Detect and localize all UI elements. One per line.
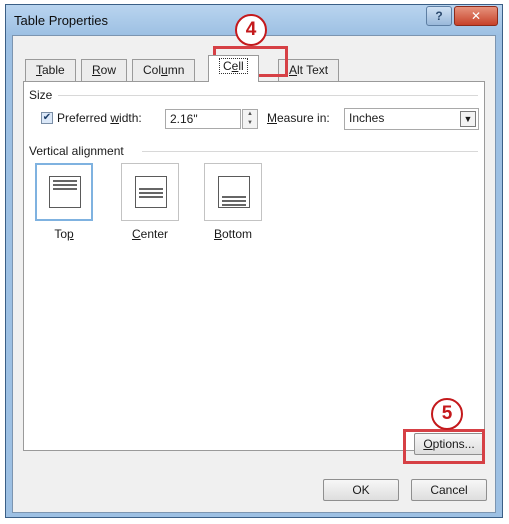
- step-4-badge: 4: [235, 14, 267, 46]
- size-divider: [58, 95, 478, 96]
- align-center-label: Center: [121, 227, 179, 241]
- align-top-label-pre: To: [54, 227, 67, 241]
- preferred-width-spinner[interactable]: ▲ ▼: [242, 109, 258, 129]
- measure-in-label: Measure in:: [267, 111, 330, 125]
- preferred-width-label-pre: Preferred: [57, 111, 111, 125]
- options-button-highlight: [403, 429, 485, 464]
- spin-down-icon[interactable]: ▼: [243, 119, 257, 128]
- measure-in-select[interactable]: Inches ▼: [344, 108, 479, 130]
- vertical-alignment-divider: [142, 151, 478, 152]
- dialog-title: Table Properties: [14, 13, 108, 28]
- preferred-width-label-post: idth:: [119, 111, 142, 125]
- tab-cell[interactable]: Cell: [208, 55, 259, 82]
- vertical-alignment-label: Vertical alignment: [29, 144, 124, 158]
- tab-cell-label-pre: C: [223, 59, 232, 73]
- tab-table[interactable]: Table: [25, 59, 76, 81]
- align-center-accel: C: [131, 227, 141, 241]
- tab-row-label: ow: [100, 63, 117, 77]
- preferred-width-checkbox[interactable]: ✔: [41, 112, 53, 124]
- tab-column-accel: u: [161, 63, 168, 77]
- tab-cell-label: ll: [238, 59, 244, 73]
- tab-column[interactable]: Column: [132, 59, 196, 81]
- tab-cell-focus: Cell: [219, 58, 248, 74]
- tab-column-label-pre: Col: [143, 63, 162, 77]
- preferred-width-input[interactable]: 2.16": [165, 109, 241, 129]
- align-top-accel: p: [67, 227, 74, 241]
- tab-row-accel: R: [92, 63, 101, 77]
- tab-row[interactable]: Row: [81, 59, 128, 81]
- chevron-down-icon[interactable]: ▼: [460, 111, 476, 127]
- tab-alt-text-label: lt Text: [297, 63, 329, 77]
- spin-up-icon[interactable]: ▲: [243, 110, 257, 119]
- tab-alt-text-accel: A: [289, 63, 298, 77]
- align-bottom-label: Bottom: [204, 227, 262, 241]
- ok-button[interactable]: OK: [323, 479, 399, 501]
- step-5-badge: 5: [431, 398, 463, 430]
- tab-column-label: mn: [167, 63, 185, 77]
- align-bottom-label-rest: ottom: [222, 227, 253, 241]
- align-bottom-icon: [218, 176, 250, 208]
- align-bottom-accel: B: [213, 227, 222, 241]
- preferred-width-accel: w: [110, 111, 120, 125]
- align-center-button[interactable]: [121, 163, 179, 221]
- align-center-icon: [135, 176, 167, 208]
- align-bottom-button[interactable]: [204, 163, 262, 221]
- preferred-width-label: Preferred width:: [57, 111, 142, 125]
- cancel-button[interactable]: Cancel: [411, 479, 487, 501]
- size-section-label: Size: [29, 88, 53, 102]
- measure-in-label-post: easure in:: [277, 111, 330, 125]
- align-top-label: Top: [35, 227, 93, 241]
- tab-table-label: able: [42, 63, 65, 77]
- measure-in-value: Inches: [349, 111, 385, 125]
- align-top-icon: [49, 176, 81, 208]
- align-top-button[interactable]: [35, 163, 93, 221]
- align-center-label-rest: enter: [140, 227, 169, 241]
- help-button[interactable]: ?: [426, 6, 452, 26]
- measure-in-accel: M: [267, 111, 277, 125]
- cell-tab-panel: Size ✔ Preferred width: 2.16" ▲ ▼ Measur…: [23, 81, 485, 451]
- close-button[interactable]: ✕: [454, 6, 498, 26]
